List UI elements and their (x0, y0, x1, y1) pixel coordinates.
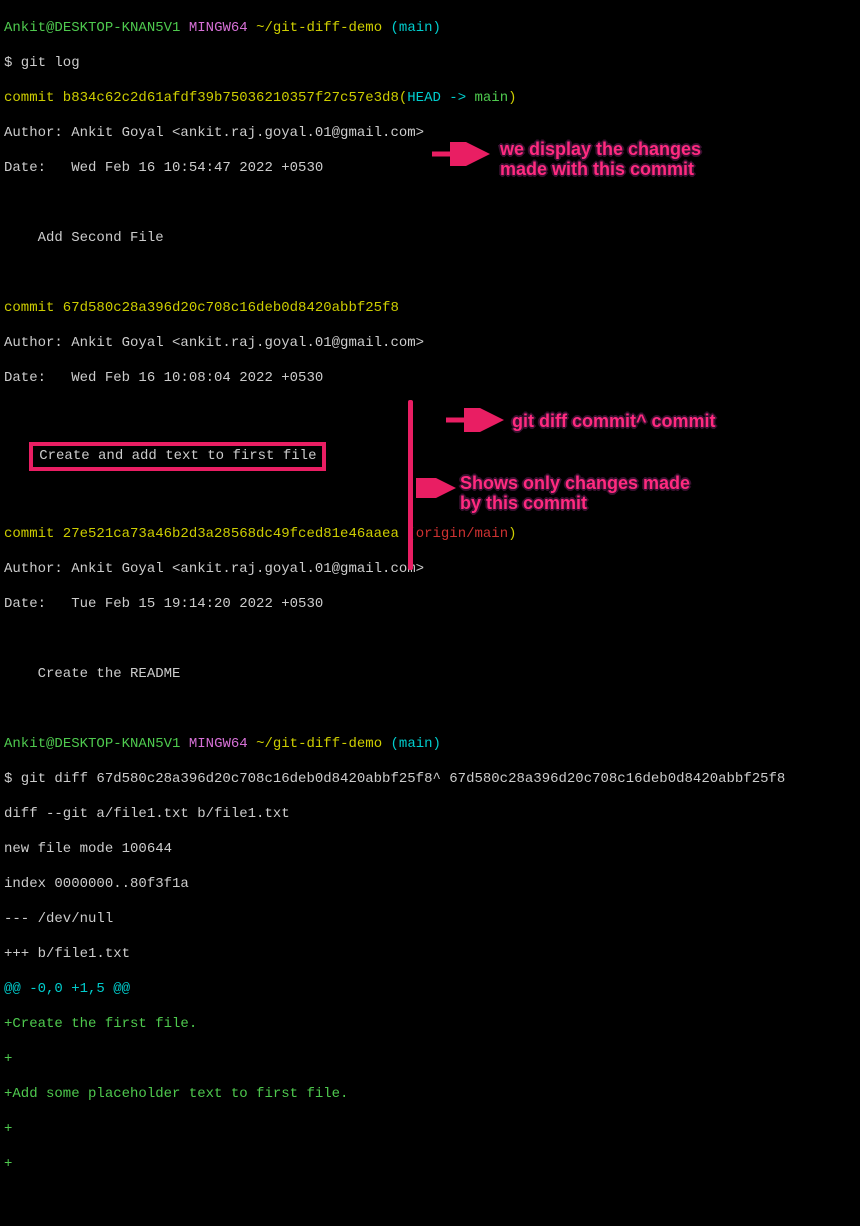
commit-line: commit 27e521ca73a46b2d3a28568dc49fced81… (4, 526, 856, 544)
diff-add-line: +Create the first file. (4, 1016, 856, 1034)
annotation-display-changes: we display the changes made with this co… (500, 140, 701, 180)
path: ~/git-diff-demo (256, 20, 382, 36)
cmd-git-log: $ git log (4, 55, 856, 73)
commit-line: commit b834c62c2d61afdf39b75036210357f27… (4, 90, 856, 108)
prompt-line: Ankit@DESKTOP-KNAN5V1 MINGW64 ~/git-diff… (4, 20, 856, 38)
commit-line: commit 67d580c28a396d20c708c16deb0d8420a… (4, 300, 856, 318)
diff-header: diff --git a/file1.txt b/file1.txt (4, 806, 856, 824)
date-line: Date: Tue Feb 15 19:14:20 2022 +0530 (4, 596, 856, 614)
branch: (main) (391, 736, 441, 752)
prompt-line: Ankit@DESKTOP-KNAN5V1 MINGW64 ~/git-diff… (4, 736, 856, 754)
diff-add-line: + (4, 1051, 856, 1069)
author-line: Author: Ankit Goyal <ankit.raj.goyal.01@… (4, 561, 856, 579)
diff-plus: +++ b/file1.txt (4, 946, 856, 964)
diff-hunk: @@ -0,0 +1,5 @@ (4, 981, 856, 999)
diff-minus: --- /dev/null (4, 911, 856, 929)
diff-add-line: +Add some placeholder text to first file… (4, 1086, 856, 1104)
cmd-git-diff: $ git diff 67d580c28a396d20c708c16deb0d8… (4, 771, 856, 789)
annotation-git-diff-syntax: git diff commit^ commit (512, 412, 716, 432)
author-line: Author: Ankit Goyal <ankit.raj.goyal.01@… (4, 125, 856, 143)
arrow-icon (444, 408, 504, 432)
user-host: Ankit@DESKTOP-KNAN5V1 (4, 20, 180, 36)
commit-msg: Add Second File (4, 230, 856, 248)
arrow-icon (430, 142, 490, 166)
shell: MINGW64 (189, 20, 248, 36)
shell: MINGW64 (189, 736, 248, 752)
highlighted-commit-msg: Create and add text to first file (4, 440, 856, 474)
date-line: Date: Wed Feb 16 10:08:04 2022 +0530 (4, 370, 856, 388)
user-host: Ankit@DESKTOP-KNAN5V1 (4, 736, 180, 752)
arrow-icon (416, 478, 456, 498)
diff-add-line: + (4, 1121, 856, 1139)
diff-add-line: + (4, 1156, 856, 1174)
vertical-bar (408, 400, 413, 570)
branch: (main) (391, 20, 441, 36)
annotation-shows-changes: Shows only changes made by this commit (460, 474, 690, 514)
diff-index: index 0000000..80f3f1a (4, 876, 856, 894)
author-line: Author: Ankit Goyal <ankit.raj.goyal.01@… (4, 335, 856, 353)
commit-msg: Create the README (4, 666, 856, 684)
path: ~/git-diff-demo (256, 736, 382, 752)
diff-mode: new file mode 100644 (4, 841, 856, 859)
terminal[interactable]: Ankit@DESKTOP-KNAN5V1 MINGW64 ~/git-diff… (0, 0, 860, 1226)
